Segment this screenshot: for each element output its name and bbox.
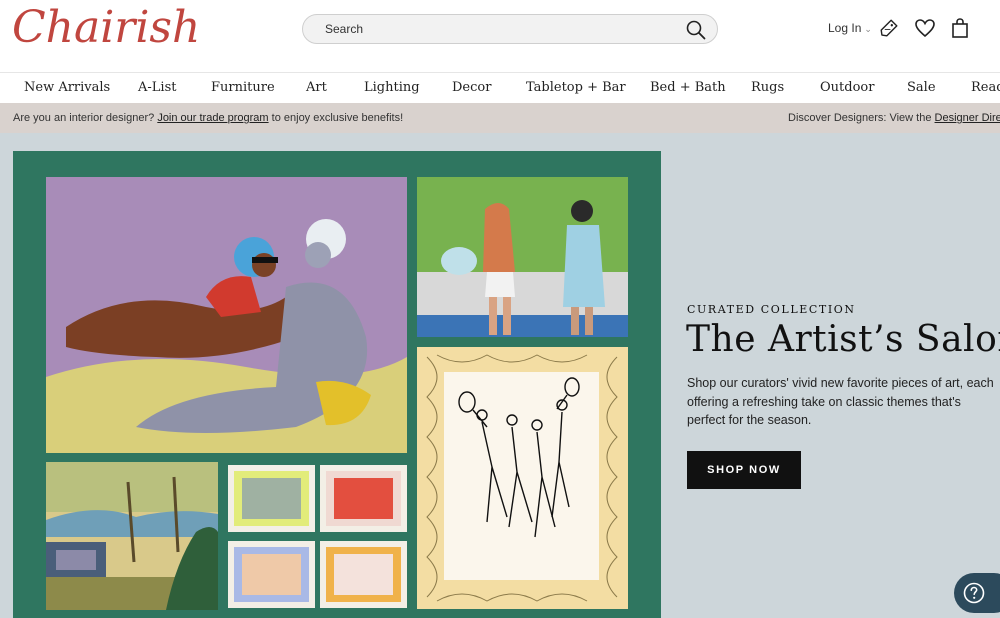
promo-left-suffix: to enjoy exclusive benefits! [271, 112, 404, 124]
chevron-down-icon: ⌄ [864, 24, 872, 34]
artwork-frame-blue [228, 541, 315, 608]
login-label[interactable]: Log In [828, 21, 861, 35]
artwork-frame-orange [320, 541, 407, 608]
artwork-landscape [46, 462, 218, 610]
help-icon[interactable] [962, 581, 986, 605]
sunbathers-illustration [46, 177, 407, 453]
nav-item-lighting[interactable]: Lighting [364, 80, 420, 95]
hero-description: Shop our curators' vivid new favorite pi… [687, 376, 994, 427]
shopping-bag-icon[interactable] [948, 16, 972, 40]
chairish-logo[interactable]: Chairish [12, 2, 200, 53]
hero-artwork-collage[interactable] [13, 151, 661, 618]
nav-item-rugs[interactable]: Rugs [751, 80, 784, 95]
hero-section: CURATED COLLECTION The Artist’s Salon Sh… [0, 133, 1000, 618]
search-bar[interactable] [302, 14, 718, 44]
nav-item-tabletop-bar[interactable]: Tabletop + Bar [526, 80, 626, 95]
hero-eyebrow: CURATED COLLECTION [687, 303, 856, 316]
login-menu[interactable]: Log In ⌄ [828, 21, 872, 35]
poolside-illustration [417, 177, 628, 337]
promo-right-text: Discover Designers: View the [788, 112, 932, 124]
search-input[interactable] [325, 15, 665, 43]
designer-directory-message: Discover Designers: View the Designer Di… [788, 112, 1000, 124]
promo-left-text: Are you an interior designer? [13, 112, 155, 124]
sale-tag-icon[interactable] [877, 16, 901, 40]
artwork-frame-green [228, 465, 315, 532]
landscape-illustration [46, 462, 218, 610]
nav-item-read[interactable]: Read [971, 80, 1000, 95]
nav-item-a-list[interactable]: A-List [138, 80, 176, 95]
search-icon[interactable] [685, 19, 707, 41]
nav-item-art[interactable]: Art [306, 80, 327, 95]
tennis-sketch-illustration [417, 347, 628, 609]
artwork-poolside [417, 177, 628, 337]
trade-program-message: Are you an interior designer? Join our t… [13, 112, 403, 124]
nav-item-furniture[interactable]: Furniture [211, 80, 275, 95]
nav-item-decor[interactable]: Decor [452, 80, 491, 95]
nav-item-outdoor[interactable]: Outdoor [820, 80, 874, 95]
nav-item-sale[interactable]: Sale [907, 80, 936, 95]
trade-program-link[interactable]: Join our trade program [157, 112, 268, 124]
shop-now-button[interactable]: SHOP NOW [687, 451, 801, 489]
hero-title: The Artist’s Salon [686, 319, 1000, 360]
artwork-sunbathers [46, 177, 407, 453]
main-nav: New Arrivals A-List Furniture Art Lighti… [0, 72, 1000, 103]
artwork-frame-red [320, 465, 407, 532]
site-header: Chairish Log In⌄ [0, 0, 1000, 72]
nav-item-new-arrivals[interactable]: New Arrivals [24, 80, 110, 95]
heart-icon[interactable] [913, 16, 937, 40]
designer-directory-link[interactable]: Designer Directory [935, 112, 1000, 124]
nav-item-bed-bath[interactable]: Bed + Bath [650, 80, 726, 95]
artwork-tennis-sketch [417, 347, 628, 609]
promo-banner: Are you an interior designer? Join our t… [0, 103, 1000, 133]
